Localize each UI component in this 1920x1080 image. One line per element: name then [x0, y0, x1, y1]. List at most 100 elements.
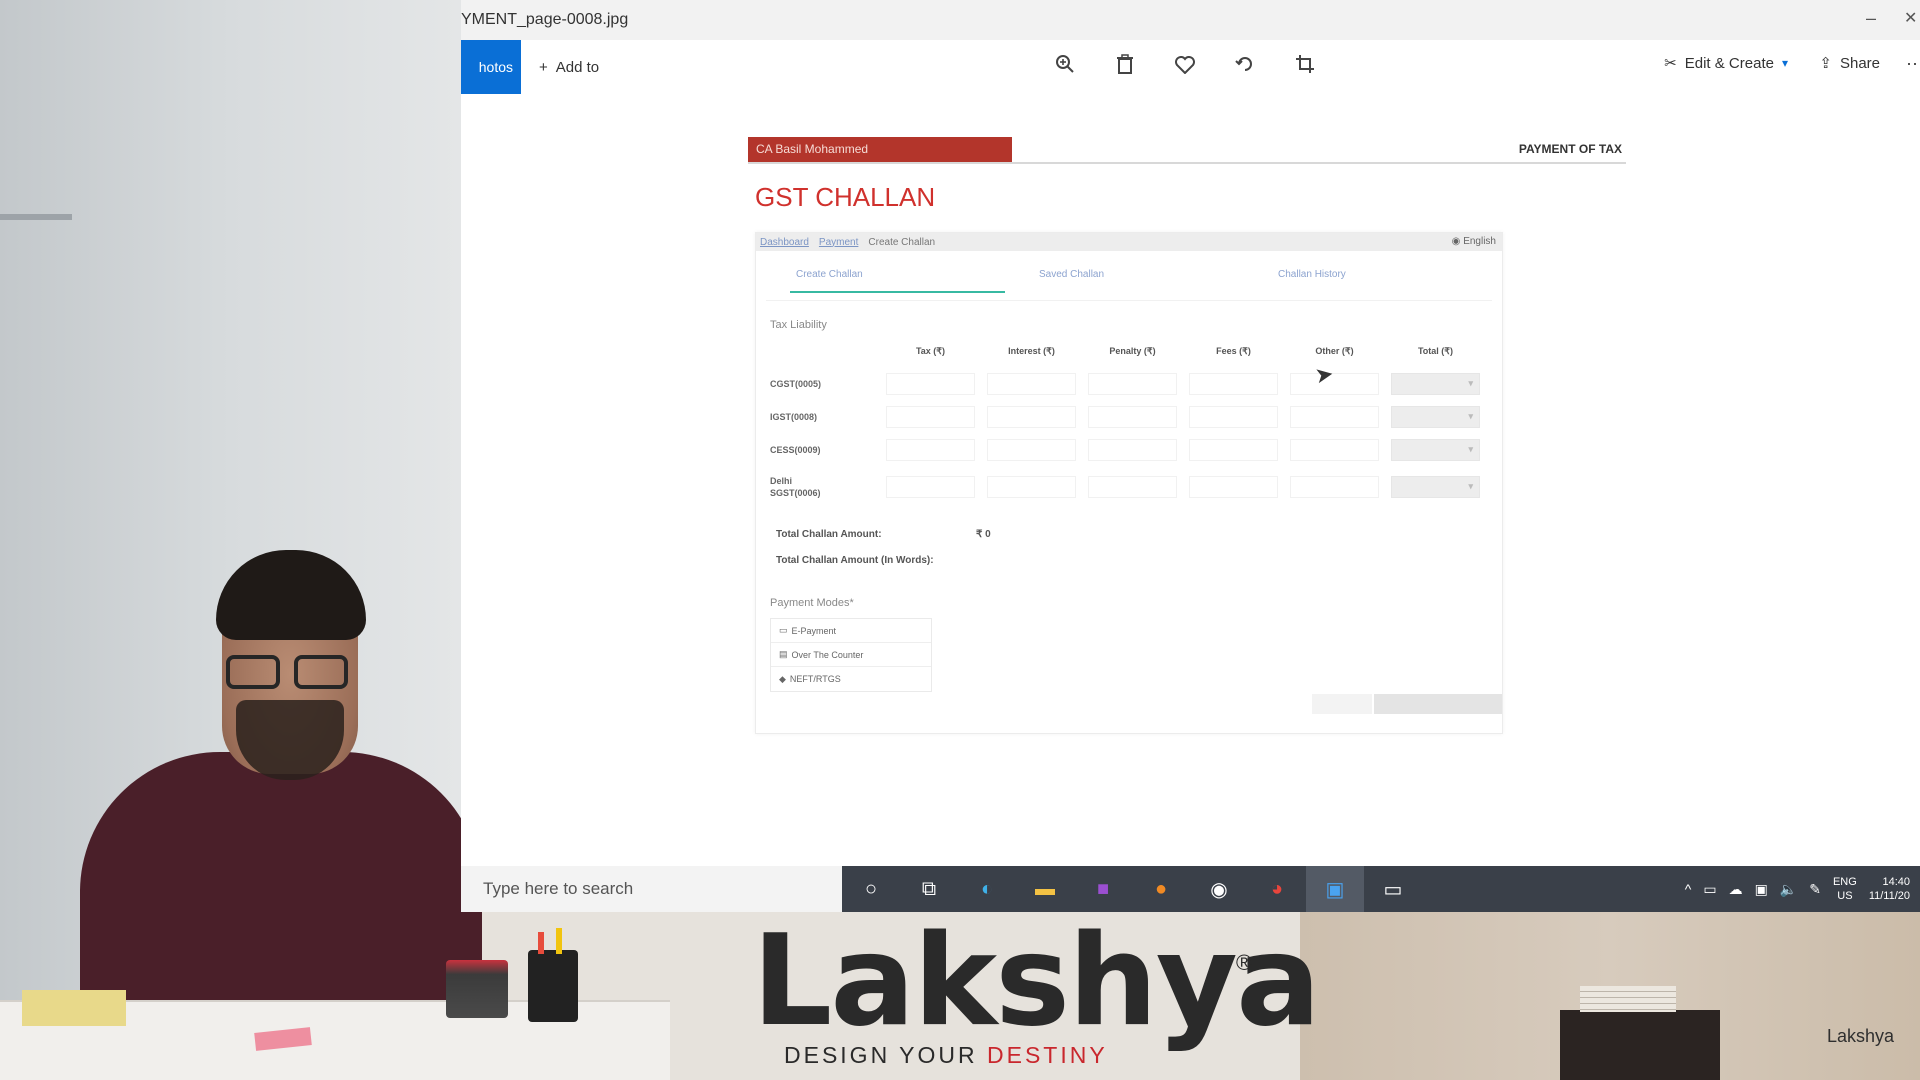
- payment-modes-list: ▭ E-Payment ▤ Over The Counter ◆ NEFT/RTGS: [770, 618, 932, 692]
- minimize-button[interactable]: –: [1856, 8, 1886, 29]
- breadcrumb: Dashboard Payment Create Challan ◉ Engli…: [756, 233, 1502, 251]
- amount-cell: [1189, 476, 1278, 498]
- amount-cell: [987, 439, 1076, 461]
- column-header: Total (₹): [1417, 346, 1454, 356]
- feedback-icon[interactable]: ▭: [1364, 866, 1422, 912]
- tagline-prefix: DESIGN YOUR: [784, 1042, 987, 1068]
- chevron-up-icon[interactable]: ^: [1685, 881, 1692, 897]
- amount-cell: [1290, 439, 1379, 461]
- table-row: CESS(0009): [770, 439, 1488, 461]
- photos-app-window: YMENT_page-0008.jpg – ✕ hotos + Add to ✂…: [461, 0, 1920, 866]
- column-header: Other (₹): [1315, 346, 1354, 356]
- gst-portal-screenshot: Dashboard Payment Create Challan ◉ Engli…: [755, 232, 1503, 734]
- amount-cell: [886, 476, 975, 498]
- language-label: English: [1463, 236, 1496, 247]
- table-row: Delhi SGST(0006): [770, 475, 1488, 499]
- language-selector: ◉ English: [1451, 236, 1496, 247]
- region-code: US: [1837, 890, 1853, 902]
- input-language[interactable]: ENG US: [1833, 875, 1857, 903]
- brand-tagline: DESIGN YOUR DESTINY: [784, 1042, 1108, 1069]
- presenter-body: [80, 752, 482, 1010]
- total-amount-words-label: Total Challan Amount (In Words):: [776, 555, 934, 566]
- table-row: IGST(0008): [770, 406, 1488, 428]
- edge-icon[interactable]: ◐: [958, 866, 1016, 912]
- total-cell: [1391, 476, 1480, 498]
- amount-cell: [1088, 476, 1177, 498]
- task-view-icon[interactable]: ⧉: [900, 866, 958, 912]
- presenter-hair: [216, 550, 366, 640]
- total-cell: [1391, 406, 1480, 428]
- tab-create-challan: Create Challan: [796, 269, 863, 280]
- photos-toolbar: hotos + Add to ✂ Edit & Create ▾ ⇪ Share: [461, 40, 1920, 94]
- volume-icon[interactable]: 🔈: [1780, 881, 1797, 898]
- title-bar: YMENT_page-0008.jpg – ✕: [461, 0, 1920, 40]
- total-cell: [1391, 373, 1480, 395]
- more-options-icon[interactable]: ⋯: [1906, 54, 1920, 75]
- breadcrumb-current: Create Challan: [868, 236, 936, 248]
- delete-icon[interactable]: [1111, 54, 1139, 82]
- tab-challan-history: Challan History: [1278, 269, 1346, 280]
- chrome-icon[interactable]: ◕: [1248, 866, 1306, 912]
- column-header: Penalty (₹): [1109, 346, 1156, 356]
- amount-cell: [1189, 373, 1278, 395]
- obs-icon[interactable]: ◉: [1190, 866, 1248, 912]
- language-code: ENG: [1832, 876, 1857, 888]
- sticky-note-cube: [446, 960, 508, 1018]
- card-icon: ▭: [779, 625, 788, 635]
- amount-cell: [886, 406, 975, 428]
- brand-logo: Lakshya: [752, 907, 1321, 1054]
- amount-cell: [1290, 406, 1379, 428]
- add-to-button[interactable]: + Add to: [539, 59, 599, 76]
- edit-create-icon: ✂: [1664, 55, 1677, 72]
- registered-mark: ®: [1236, 950, 1253, 975]
- onedrive-icon[interactable]: ☁: [1729, 881, 1743, 898]
- table-row: CGST(0005): [770, 373, 1488, 395]
- edit-create-button[interactable]: ✂ Edit & Create ▾: [1664, 54, 1788, 73]
- edit-create-label: Edit & Create: [1684, 54, 1774, 72]
- payment-mode-label: E-Payment: [791, 625, 837, 636]
- clock-date: 11/11/20: [1868, 890, 1910, 902]
- amount-cell: [1189, 406, 1278, 428]
- network-icon[interactable]: ▣: [1755, 881, 1768, 898]
- amount-cell: [1189, 439, 1278, 461]
- row-label: Delhi SGST(0006): [770, 476, 821, 498]
- rotate-icon[interactable]: [1231, 54, 1259, 82]
- app-ix-icon[interactable]: ●: [1132, 866, 1190, 912]
- favorite-icon[interactable]: [1171, 54, 1199, 82]
- book-stack: [1580, 986, 1676, 1012]
- section-heading: PAYMENT OF TAX: [1518, 142, 1622, 156]
- pen-icon[interactable]: ✎: [1809, 881, 1821, 898]
- amount-cell: [987, 406, 1076, 428]
- close-button[interactable]: ✕: [1904, 8, 1920, 28]
- clock[interactable]: 14:40 11/11/20: [1869, 875, 1910, 903]
- list-item: ◆ NEFT/RTGS: [771, 667, 931, 691]
- crop-icon[interactable]: [1291, 54, 1319, 82]
- presenter-webcam: [0, 0, 482, 1080]
- total-amount-value: ₹ 0: [976, 529, 991, 540]
- tablet-icon[interactable]: ▭: [1703, 881, 1716, 898]
- photos-icon[interactable]: ▣: [1306, 866, 1364, 912]
- notepad: [22, 990, 126, 1026]
- clock-time: 14:40: [1882, 876, 1910, 888]
- amount-cell: [886, 373, 975, 395]
- file-explorer-icon[interactable]: ▬: [1016, 866, 1074, 912]
- total-amount-label: Total Challan Amount:: [776, 529, 882, 540]
- row-label: CGST(0005): [770, 379, 822, 389]
- side-table: [1560, 1010, 1720, 1080]
- author-banner: CA Basil Mohammed: [748, 137, 1012, 162]
- photos-back-tab[interactable]: hotos: [461, 40, 521, 94]
- plus-icon: +: [539, 58, 548, 76]
- tax-liability-heading: Tax Liability: [770, 319, 827, 331]
- breadcrumb-dashboard: Dashboard: [760, 236, 809, 248]
- cortana-icon[interactable]: ○: [842, 866, 900, 912]
- header-divider: [748, 162, 1626, 164]
- active-tab-indicator: [790, 291, 1005, 293]
- tagline-accent: DESTINY: [987, 1042, 1108, 1068]
- taskbar-search-input[interactable]: Type here to search: [461, 866, 842, 912]
- onenote-icon[interactable]: ■: [1074, 866, 1132, 912]
- amount-cell: [1088, 406, 1177, 428]
- document-image: CA Basil Mohammed PAYMENT OF TAX GST CHA…: [748, 134, 1628, 734]
- zoom-in-icon[interactable]: [1051, 54, 1079, 82]
- share-button[interactable]: ⇪ Share: [1819, 54, 1880, 73]
- system-tray: ^ ▭ ☁ ▣ 🔈 ✎ ENG US 14:40 11/11/20: [1685, 875, 1920, 903]
